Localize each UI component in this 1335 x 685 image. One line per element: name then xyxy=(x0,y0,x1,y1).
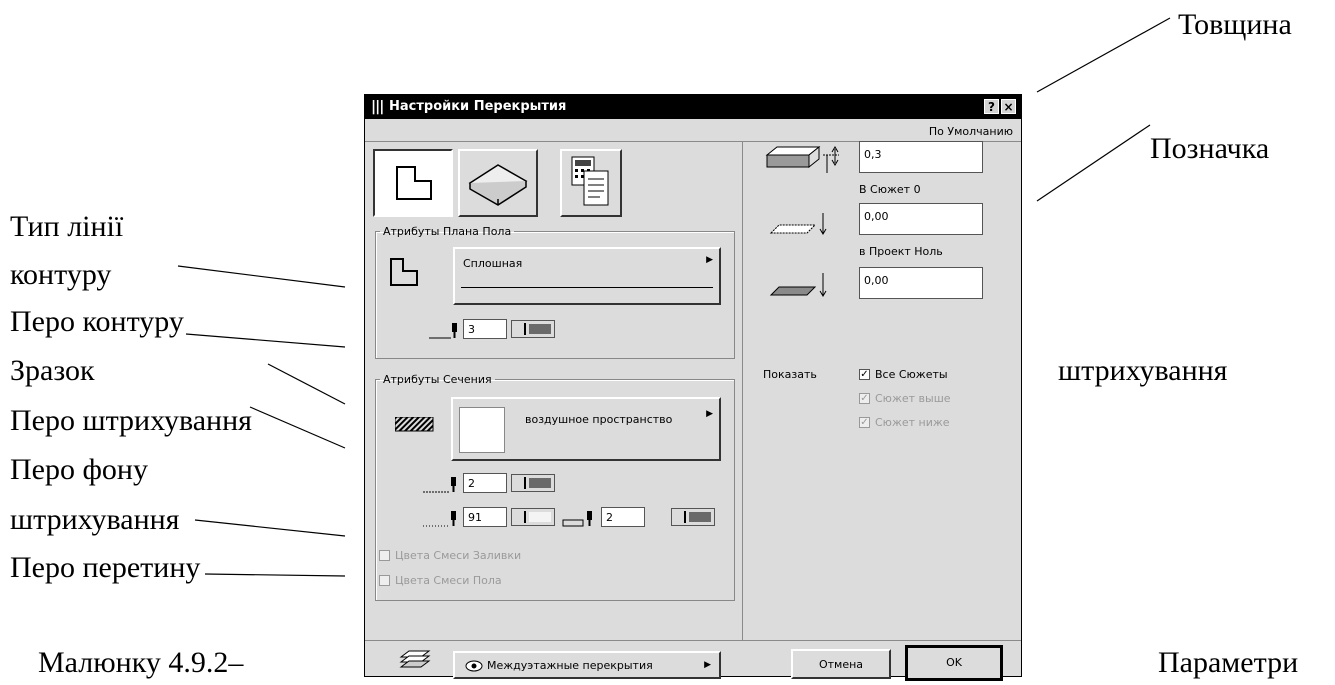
tab-floor-plan[interactable] xyxy=(373,149,453,217)
ok-button[interactable]: OK xyxy=(905,645,1003,681)
cancel-button[interactable]: Отмена xyxy=(791,649,891,679)
contour-pen-color-swatch[interactable] xyxy=(511,320,555,338)
annotation-hatch-pen: Перо штрихування xyxy=(10,404,252,437)
ok-label: OK xyxy=(946,656,962,669)
hatch-pen-color-swatch[interactable] xyxy=(511,474,555,492)
fill-preview xyxy=(459,407,505,453)
background-pen-icon xyxy=(423,511,456,527)
fill-type-label: воздушное пространство xyxy=(525,413,673,426)
annotation-contour-pen: Перо контуру xyxy=(10,305,184,338)
story-below-label: Сюжет ниже xyxy=(875,416,950,429)
hatch-pattern-icon xyxy=(395,417,434,432)
elevation-to-project-zero-icon xyxy=(769,273,827,297)
footer-divider xyxy=(365,640,1021,641)
fill-blend-colors-checkbox[interactable] xyxy=(379,550,390,561)
annotation-thickness: Товщина xyxy=(1178,8,1292,41)
annotation-cut-pen: Перо перетину xyxy=(10,551,201,584)
slab-settings-dialog: ||| Настройки Перекрытия ? × По Умолчани… xyxy=(364,94,1022,681)
floor-plan-icon xyxy=(396,166,432,200)
cut-pen-field[interactable]: 2 xyxy=(601,507,645,527)
vertical-divider xyxy=(742,142,743,640)
line-type-selector[interactable]: Сплошная ▶ xyxy=(453,247,721,305)
fill-type-selector[interactable]: воздушное пространство ▶ xyxy=(451,397,721,461)
category-label: Междуэтажные перекрытия xyxy=(487,659,653,672)
slab-3d-icon xyxy=(468,164,528,206)
to-story-field[interactable]: 0,00 xyxy=(859,203,983,235)
cut-pen-color-swatch[interactable] xyxy=(671,508,715,526)
elevation-to-story-icon xyxy=(769,213,827,235)
background-pen-field[interactable]: 91 xyxy=(463,507,507,527)
background-pen-color-swatch[interactable] xyxy=(511,508,555,526)
figure-caption-right: Параметри xyxy=(1158,646,1299,679)
story-below-checkbox[interactable]: ✓ xyxy=(859,417,870,428)
to-project-zero-label: в Проект Ноль xyxy=(859,245,943,258)
dialog-title: Настройки Перекрытия xyxy=(389,99,567,114)
floor-blend-colors-checkbox[interactable] xyxy=(379,575,390,586)
all-stories-checkbox[interactable]: ✓ xyxy=(859,369,870,380)
slab-settings-icon: ||| xyxy=(371,99,384,115)
annotation-line-type-contour: контуру xyxy=(10,258,112,291)
category-arrow-icon: ▶ xyxy=(704,660,711,670)
contour-shape-icon xyxy=(390,258,418,286)
close-button[interactable]: × xyxy=(1001,99,1016,114)
slab-thickness-icon xyxy=(765,145,839,173)
floor-blend-colors-label: Цвета Смеси Пола xyxy=(395,574,502,587)
annotation-line-type: Тип лінії xyxy=(10,210,124,243)
all-stories-label: Все Сюжеты xyxy=(875,368,948,381)
default-settings-button[interactable]: По Умолчанию xyxy=(929,125,1013,138)
fill-type-arrow-icon: ▶ xyxy=(706,409,713,419)
show-label: Показать xyxy=(763,368,817,381)
to-project-zero-field[interactable]: 0,00 xyxy=(859,267,983,299)
floor-layers-icon xyxy=(399,650,431,668)
contour-pen-icon xyxy=(429,323,457,339)
contour-pen-field[interactable]: 3 xyxy=(463,319,507,339)
annotation-background-pen-hatching: штрихування xyxy=(10,503,180,536)
tab-listing[interactable] xyxy=(560,149,622,217)
hatch-pen-icon xyxy=(423,477,456,493)
calculator-document-icon xyxy=(571,156,609,206)
line-type-label: Сплошная xyxy=(463,257,523,270)
cancel-label: Отмена xyxy=(818,658,864,671)
help-button[interactable]: ? xyxy=(984,99,999,114)
figure-caption-left: Малюнку 4.9.2– xyxy=(38,646,244,679)
annotation-right-hatching: штрихування xyxy=(1058,354,1228,387)
cut-pen-icon xyxy=(562,511,592,527)
tab-model-view[interactable] xyxy=(458,149,538,217)
story-above-checkbox[interactable]: ✓ xyxy=(859,393,870,404)
title-bar[interactable]: ||| Настройки Перекрытия ? × xyxy=(365,95,1021,119)
eye-icon xyxy=(465,660,483,672)
annotation-sample: Зразок xyxy=(10,354,95,387)
thickness-field[interactable]: 0,3 xyxy=(859,141,983,173)
section-attributes-legend: Атрибуты Сечения xyxy=(383,373,492,386)
to-story-label: В Сюжет 0 xyxy=(859,183,921,196)
hatch-pen-field[interactable]: 2 xyxy=(463,473,507,493)
annotation-background-pen: Перо фону xyxy=(10,453,148,486)
floor-plan-attributes-legend: Атрибуты Плана Пола xyxy=(383,225,512,238)
story-above-label: Сюжет выше xyxy=(875,392,951,405)
category-selector[interactable]: Междуэтажные перекрытия ▶ xyxy=(453,651,721,679)
annotation-marking: Позначка xyxy=(1150,132,1270,165)
fill-blend-colors-label: Цвета Смеси Заливки xyxy=(395,549,522,562)
line-type-preview xyxy=(461,287,713,288)
line-type-arrow-icon: ▶ xyxy=(706,255,713,265)
